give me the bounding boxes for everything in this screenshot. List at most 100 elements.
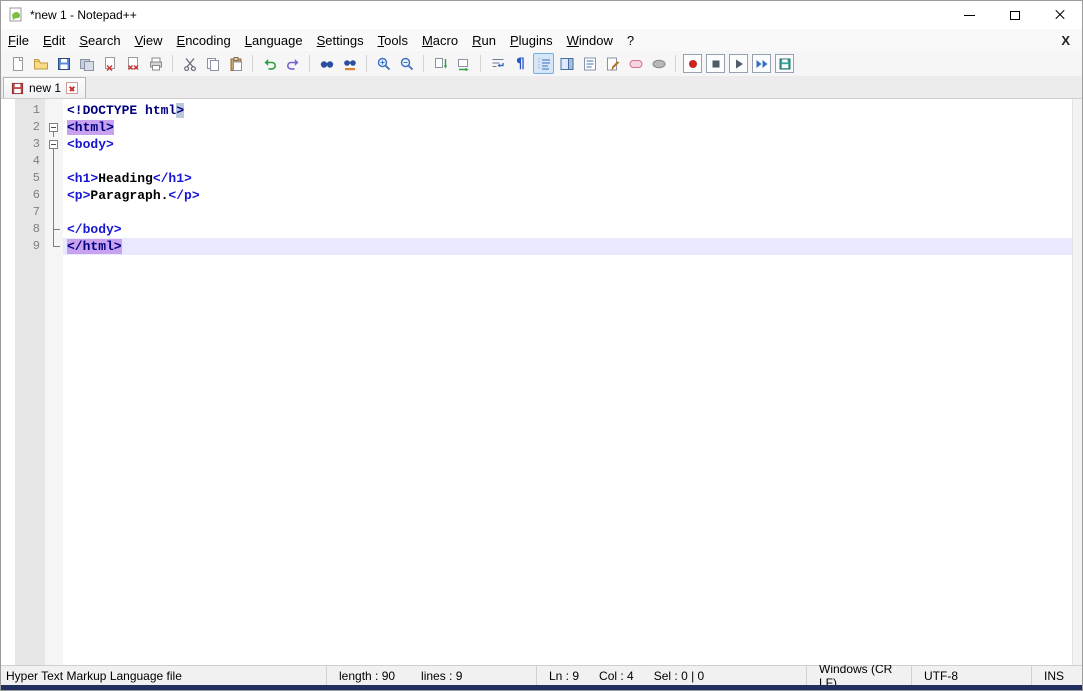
bookmark-cell[interactable] <box>1 187 15 204</box>
menu-item-encoding[interactable]: Encoding <box>170 31 238 50</box>
redo-icon[interactable] <box>282 53 303 74</box>
status-line: Ln : 9 <box>549 669 579 683</box>
editor-line-8[interactable]: 8 </body> <box>1 221 1082 238</box>
status-eol-format[interactable]: Windows (CR LF) <box>807 666 912 685</box>
code-segment: > <box>176 103 184 118</box>
code-text[interactable] <box>63 204 1082 221</box>
menu-item-window[interactable]: Window <box>560 31 620 50</box>
editor-line-3[interactable]: 3 <body> <box>1 136 1082 153</box>
paste-icon[interactable] <box>225 53 246 74</box>
line-number[interactable]: 9 <box>15 238 45 255</box>
editor-line-6[interactable]: 6 <p>Paragraph.</p> <box>1 187 1082 204</box>
code-segment: <html> <box>67 120 114 135</box>
fold-margin-cell <box>45 102 63 119</box>
editor-line-1[interactable]: 1 <!DOCTYPE html> <box>1 102 1082 119</box>
menu-item-file[interactable]: File <box>1 31 36 50</box>
bookmark-cell[interactable] <box>1 153 15 170</box>
code-text[interactable] <box>63 153 1082 170</box>
code-text[interactable]: <h1>Heading</h1> <box>63 170 1082 187</box>
close-button[interactable] <box>1037 1 1082 29</box>
print-icon[interactable] <box>145 53 166 74</box>
fold-margin-cell <box>45 204 63 221</box>
find-icon[interactable] <box>316 53 337 74</box>
menu-item-macro[interactable]: Macro <box>415 31 465 50</box>
bookmark-cell[interactable] <box>1 102 15 119</box>
tab-new-1[interactable]: new 1 <box>3 77 86 98</box>
fold-collapse-icon[interactable] <box>45 136 63 153</box>
code-text[interactable]: <!DOCTYPE html> <box>63 102 1082 119</box>
code-text[interactable]: <body> <box>63 136 1082 153</box>
vertical-scrollbar[interactable] <box>1072 99 1082 665</box>
editor-line-2[interactable]: 2 <html> <box>1 119 1082 136</box>
line-number[interactable]: 2 <box>15 119 45 136</box>
menu-item-plugins[interactable]: Plugins <box>503 31 560 50</box>
doc-map-icon[interactable] <box>556 53 577 74</box>
line-number[interactable]: 7 <box>15 204 45 221</box>
monitoring-icon[interactable] <box>625 53 646 74</box>
close-file-icon[interactable] <box>99 53 120 74</box>
menu-item-language[interactable]: Language <box>238 31 310 50</box>
code-segment: </body> <box>67 222 122 237</box>
bookmark-cell[interactable] <box>1 204 15 221</box>
minimize-button[interactable] <box>947 1 992 29</box>
code-text[interactable]: </body> <box>63 221 1082 238</box>
editor-line-5[interactable]: 5 <h1>Heading</h1> <box>1 170 1082 187</box>
maximize-button[interactable] <box>992 1 1037 29</box>
menu-item-help[interactable]: ? <box>620 31 641 50</box>
replace-icon[interactable] <box>339 53 360 74</box>
fold-margin-cell <box>45 187 63 204</box>
code-text[interactable]: </html> <box>63 238 1082 255</box>
tab-close-icon[interactable] <box>66 82 78 94</box>
menu-item-settings[interactable]: Settings <box>310 31 371 50</box>
line-number[interactable]: 3 <box>15 136 45 153</box>
menu-item-tools[interactable]: Tools <box>371 31 415 50</box>
function-list-icon[interactable] <box>579 53 600 74</box>
macro-record-icon[interactable] <box>683 54 702 73</box>
editor-line-4[interactable]: 4 <box>1 153 1082 170</box>
word-wrap-icon[interactable] <box>487 53 508 74</box>
save-all-icon[interactable] <box>76 53 97 74</box>
macro-play-icon[interactable] <box>729 54 748 73</box>
line-number[interactable]: 8 <box>15 221 45 238</box>
zoom-out-icon[interactable] <box>396 53 417 74</box>
editor-line-9[interactable]: 9 </html> <box>1 238 1082 255</box>
macro-save-icon[interactable] <box>775 54 794 73</box>
bookmark-cell[interactable] <box>1 136 15 153</box>
menu-close-document-button[interactable]: X <box>1049 33 1082 48</box>
line-number[interactable]: 1 <box>15 102 45 119</box>
macro-run-multiple-icon[interactable] <box>752 54 771 73</box>
zoom-in-icon[interactable] <box>373 53 394 74</box>
editor-line-7[interactable]: 7 <box>1 204 1082 221</box>
menu-item-edit[interactable]: Edit <box>36 31 72 50</box>
sync-scroll-v-icon[interactable] <box>430 53 451 74</box>
editor[interactable]: 1 <!DOCTYPE html> 2 <html> 3 <body> 45 <h1>Head… <box>1 99 1082 665</box>
new-file-icon[interactable] <box>7 53 28 74</box>
save-file-icon[interactable] <box>53 53 74 74</box>
eye-icon[interactable] <box>648 53 669 74</box>
status-insert-mode[interactable]: INS <box>1032 666 1082 685</box>
bookmark-cell[interactable] <box>1 119 15 136</box>
line-number[interactable]: 5 <box>15 170 45 187</box>
menu-item-view[interactable]: View <box>128 31 170 50</box>
code-text[interactable]: <html> <box>63 119 1082 136</box>
close-all-icon[interactable] <box>122 53 143 74</box>
code-text[interactable]: <p>Paragraph.</p> <box>63 187 1082 204</box>
menu-item-search[interactable]: Search <box>72 31 127 50</box>
bookmark-cell[interactable] <box>1 221 15 238</box>
undo-icon[interactable] <box>259 53 280 74</box>
show-all-chars-icon[interactable]: ¶ <box>510 53 531 74</box>
cut-icon[interactable] <box>179 53 200 74</box>
copy-icon[interactable] <box>202 53 223 74</box>
fold-collapse-icon[interactable] <box>45 119 63 136</box>
line-number[interactable]: 6 <box>15 187 45 204</box>
open-file-icon[interactable] <box>30 53 51 74</box>
sync-scroll-h-icon[interactable] <box>453 53 474 74</box>
bookmark-cell[interactable] <box>1 170 15 187</box>
define-language-icon[interactable] <box>602 53 623 74</box>
show-indent-guide-icon[interactable] <box>533 53 554 74</box>
menu-item-run[interactable]: Run <box>465 31 503 50</box>
line-number[interactable]: 4 <box>15 153 45 170</box>
bookmark-cell[interactable] <box>1 238 15 255</box>
status-encoding[interactable]: UTF-8 <box>912 666 1032 685</box>
macro-stop-icon[interactable] <box>706 54 725 73</box>
